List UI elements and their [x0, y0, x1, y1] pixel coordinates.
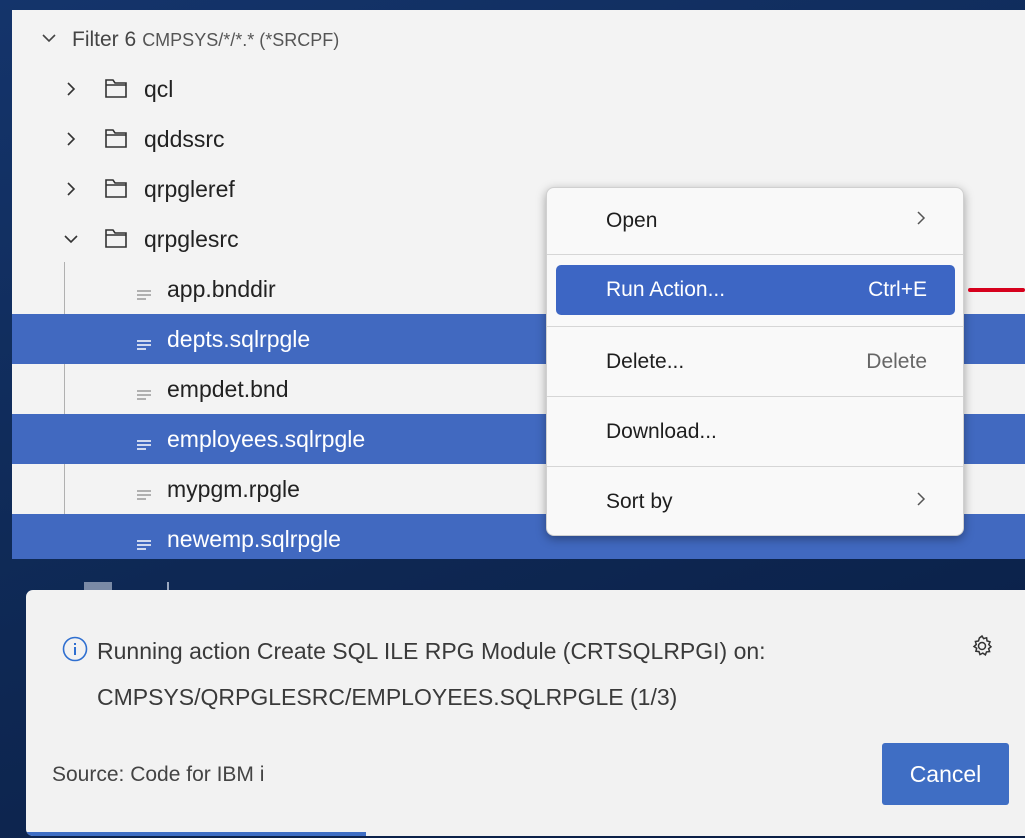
- notification-source: Source: Code for IBM i: [52, 763, 265, 786]
- menu-separator: [547, 396, 963, 397]
- menu-item-label: Open: [606, 209, 658, 232]
- chevron-right-icon: [915, 490, 927, 514]
- chevron-right-icon: [915, 209, 927, 233]
- folder-label: qcl: [144, 75, 174, 102]
- file-lines-icon: [136, 382, 152, 409]
- menu-separator: [547, 254, 963, 255]
- menu-item-shortcut: Delete: [866, 350, 927, 373]
- notification-toast: Running action Create SQL ILE RPG Module…: [26, 590, 1025, 836]
- chevron-right-icon[interactable]: [62, 128, 80, 155]
- file-label: depts.sqlrpgle: [167, 325, 311, 352]
- tree-filter-row[interactable]: Filter 6 CMPSYS/*/*.* (*SRCPF): [12, 16, 1025, 64]
- annotation-arrow: [968, 288, 1025, 292]
- tree-folder-qcl[interactable]: qcl: [12, 64, 1025, 114]
- menu-separator: [547, 466, 963, 467]
- object-browser-tree: Filter 6 CMPSYS/*/*.* (*SRCPF) qcl qddssr…: [12, 10, 1025, 559]
- chevron-right-icon[interactable]: [62, 78, 80, 105]
- notification-message-detail: CMPSYS/QRPGLESRC/EMPLOYEES.SQLRPGLE (1/3…: [97, 684, 678, 710]
- menu-item-label: Delete...: [606, 350, 685, 373]
- folder-icon: [104, 127, 128, 155]
- file-lines-icon: [136, 532, 152, 559]
- filter-path: CMPSYS/*/*.* (*SRCPF): [142, 30, 340, 50]
- file-label: employees.sqlrpgle: [167, 425, 366, 452]
- folder-icon: [104, 77, 128, 105]
- info-icon: [62, 636, 88, 667]
- chevron-down-icon[interactable]: [62, 228, 80, 255]
- file-label: app.bnddir: [167, 275, 276, 302]
- gear-icon[interactable]: [970, 634, 994, 663]
- folder-icon: [104, 177, 128, 205]
- menu-item-run-action[interactable]: Run Action... Ctrl+E: [556, 265, 955, 315]
- menu-item-label: Run Action...: [606, 278, 726, 301]
- filter-label: Filter 6 CMPSYS/*/*.* (*SRCPF): [72, 28, 340, 51]
- menu-item-label: Sort by: [606, 490, 673, 513]
- file-lines-icon: [136, 432, 152, 459]
- menu-item-label: Download...: [606, 420, 717, 443]
- menu-item-open[interactable]: Open: [556, 196, 955, 246]
- tree-folder-qddssrc[interactable]: qddssrc: [12, 114, 1025, 164]
- file-label: mypgm.rpgle: [167, 475, 300, 502]
- menu-item-delete[interactable]: Delete... Delete: [556, 337, 955, 387]
- folder-label: qrpgleref: [144, 175, 235, 202]
- menu-item-download[interactable]: Download...: [556, 407, 955, 457]
- chevron-right-icon[interactable]: [62, 178, 80, 205]
- file-label: newemp.sqlrpgle: [167, 525, 341, 552]
- file-label: empdet.bnd: [167, 375, 289, 402]
- context-menu: Open Run Action... Ctrl+E Delete... Dele…: [546, 187, 964, 536]
- menu-item-shortcut: Ctrl+E: [868, 278, 927, 301]
- folder-label: qrpglesrc: [144, 225, 239, 252]
- notification-message: Running action Create SQL ILE RPG Module…: [97, 638, 766, 664]
- cancel-button[interactable]: Cancel: [882, 743, 1009, 805]
- folder-icon: [104, 227, 128, 255]
- menu-separator: [547, 326, 963, 327]
- file-lines-icon: [136, 332, 152, 359]
- folder-label: qddssrc: [144, 125, 225, 152]
- file-lines-icon: [136, 482, 152, 509]
- menu-item-sort-by[interactable]: Sort by: [556, 477, 955, 527]
- chevron-down-icon[interactable]: [40, 29, 58, 53]
- progress-bar: [26, 832, 366, 836]
- file-lines-icon: [136, 282, 152, 309]
